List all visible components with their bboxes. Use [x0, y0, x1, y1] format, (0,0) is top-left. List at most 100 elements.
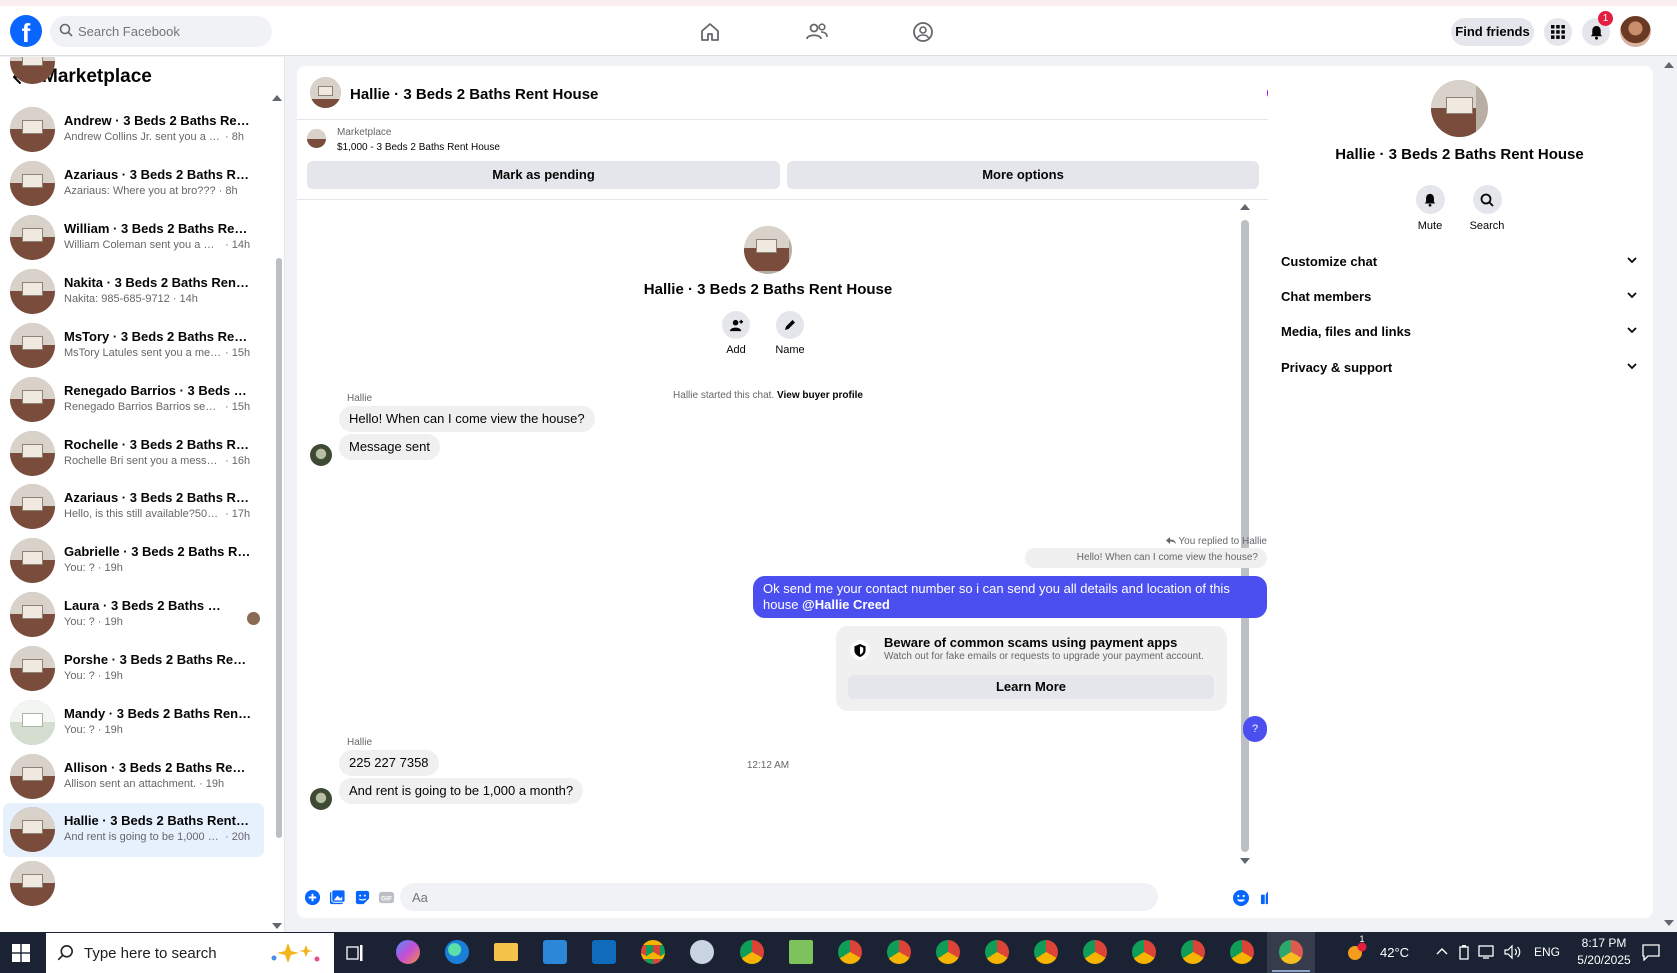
language-indicator[interactable]: ENG [1534, 945, 1560, 959]
chrome-icon[interactable] [1132, 940, 1156, 964]
incoming-message[interactable]: And rent is going to be 1,000 a month? [339, 778, 584, 804]
chrome-icon[interactable] [887, 940, 911, 964]
edge-icon[interactable] [445, 940, 469, 964]
photo-icon[interactable] [329, 889, 346, 906]
list-item[interactable]: MsTory · 3 Beds 2 Baths Rent House MsTor… [3, 319, 264, 373]
list-item[interactable]: Azariaus · 3 Beds 2 Baths Rent House Hel… [3, 480, 264, 534]
speaker-icon[interactable] [1504, 944, 1522, 960]
quoted-message[interactable]: Hello! When can I come view the house? [1025, 548, 1267, 568]
info-panel-avatar[interactable] [1431, 80, 1488, 137]
mute-button[interactable]: Mute [1400, 185, 1460, 232]
gif-icon[interactable]: GIF [378, 889, 395, 906]
taskbar-search[interactable]: Type here to search [46, 933, 334, 973]
emoji-icon[interactable] [1232, 889, 1250, 907]
search-conversation-button[interactable]: Search [1457, 185, 1517, 232]
page-scroll-up[interactable] [1664, 62, 1674, 68]
chat-scroll-up[interactable] [1240, 204, 1250, 210]
list-item[interactable]: Gabrielle · 3 Beds 2 Baths Rent House Yo… [3, 534, 264, 588]
sidebar-scroll-up[interactable] [272, 95, 282, 101]
list-item-active[interactable]: Hallie · 3 Beds 2 Baths Rent House And r… [3, 803, 264, 857]
list-item[interactable]: William · 3 Beds 2 Baths Rent House Will… [3, 211, 264, 265]
sidebar-scrollbar[interactable] [276, 258, 282, 838]
network-icon[interactable] [1478, 944, 1496, 960]
list-item[interactable] [3, 57, 264, 89]
clock-time[interactable]: 8:17 PM [1574, 936, 1634, 950]
chrome-icon[interactable] [1181, 940, 1205, 964]
sender-avatar[interactable] [310, 788, 332, 810]
friends-icon[interactable] [804, 19, 830, 45]
media-files-links-row[interactable]: Media, files and links [1281, 324, 1641, 339]
page-scroll-down[interactable] [1664, 920, 1674, 926]
store-icon[interactable] [543, 940, 567, 964]
outlook-icon[interactable] [592, 940, 616, 964]
incoming-message[interactable]: 225 227 7358 [339, 750, 439, 776]
view-buyer-profile-link[interactable]: View buyer profile [777, 390, 863, 401]
facebook-search-input[interactable] [76, 16, 266, 47]
list-item[interactable]: Porshe · 3 Beds 2 Baths Rent House You: … [3, 642, 264, 696]
list-item-title: Porshe · 3 Beds 2 Baths Rent House [64, 652, 252, 667]
profile-avatar[interactable] [1620, 16, 1651, 47]
clock-date[interactable]: 5/20/2025 [1568, 953, 1640, 967]
task-view-icon[interactable] [346, 944, 364, 962]
listing-price[interactable]: $1,000 - 3 Beds 2 Baths Rent House [337, 142, 500, 153]
sidebar-scroll-down[interactable] [272, 923, 282, 929]
customize-chat-row[interactable]: Customize chat [1281, 254, 1641, 269]
list-item[interactable]: Allison · 3 Beds 2 Baths Rent House Alli… [3, 750, 264, 804]
list-item[interactable]: Renegado Barrios · 3 Beds 2 Baths Rent H… [3, 373, 264, 427]
incoming-message[interactable]: Message sent [339, 434, 440, 460]
add-people-button[interactable]: Add [706, 311, 766, 356]
chat-scroll-down[interactable] [1240, 858, 1250, 864]
home-icon[interactable] [697, 19, 723, 45]
list-item[interactable] [3, 857, 264, 911]
chrome-icon[interactable] [1230, 940, 1254, 964]
chat-title[interactable]: Hallie · 3 Beds 2 Baths Rent House [350, 86, 598, 103]
list-item[interactable]: Nakita · 3 Beds 2 Baths Rent House Nakit… [3, 265, 264, 319]
outgoing-message[interactable]: Ok send me your contact number so i can … [753, 576, 1267, 618]
name-chat-button[interactable]: Name [760, 311, 820, 356]
mention[interactable]: @Hallie Creed [802, 597, 890, 612]
list-item-time: · 14h [225, 239, 251, 251]
chrome-icon[interactable] [1083, 940, 1107, 964]
windows-start-icon[interactable] [12, 944, 30, 962]
plus-circle-icon[interactable] [304, 889, 321, 906]
outgoing-message[interactable]: ? [1243, 716, 1267, 742]
list-item[interactable]: Azariaus · 3 Beds 2 Baths Rent House Aza… [3, 157, 264, 211]
copilot-icon[interactable] [396, 940, 420, 964]
chrome-icon[interactable] [838, 940, 862, 964]
chevron-up-icon[interactable] [1436, 947, 1448, 955]
facebook-search[interactable] [50, 16, 272, 47]
list-item[interactable]: Andrew · 3 Beds 2 Baths Rent House Andre… [3, 103, 264, 157]
spreadsheet-icon[interactable] [789, 940, 813, 964]
chat-members-row[interactable]: Chat members [1281, 289, 1641, 304]
sticker-icon[interactable] [354, 889, 371, 906]
battery-icon[interactable] [1458, 944, 1470, 960]
weather-icon[interactable] [1346, 942, 1368, 962]
file-explorer-icon[interactable] [494, 943, 518, 961]
find-friends-button[interactable]: Find friends [1451, 18, 1534, 46]
list-item[interactable]: Rochelle · 3 Beds 2 Baths Rent House Roc… [3, 427, 264, 481]
learn-more-button[interactable]: Learn More [848, 675, 1214, 699]
list-item[interactable]: Mandy · 3 Beds 2 Baths Rent House You: ?… [3, 696, 264, 750]
message-input[interactable] [400, 883, 1158, 911]
groups-icon[interactable] [910, 19, 936, 45]
menu-button[interactable] [1544, 18, 1572, 46]
chrome-icon[interactable] [985, 940, 1009, 964]
chrome-profile-icon[interactable] [740, 940, 764, 964]
list-item[interactable]: Laura · 3 Beds 2 Baths Rent House You: ?… [3, 588, 264, 642]
weather-temp[interactable]: 42°C [1380, 945, 1409, 960]
listing-thumbnail [10, 107, 55, 152]
chrome-icon[interactable] [936, 940, 960, 964]
notification-center-icon[interactable] [1642, 944, 1660, 961]
chat-header-avatar[interactable] [310, 77, 341, 108]
app-icon[interactable] [690, 940, 714, 964]
chrome-icon[interactable] [641, 940, 665, 964]
more-options-button[interactable]: More options [787, 161, 1259, 189]
list-item-preview: Azariaus: Where you at bro??? [64, 185, 216, 197]
facebook-logo[interactable]: f [10, 15, 42, 47]
incoming-message[interactable]: Hello! When can I come view the house? [339, 406, 595, 432]
mark-as-pending-button[interactable]: Mark as pending [307, 161, 780, 189]
chrome-icon[interactable] [1034, 940, 1058, 964]
message-input-box[interactable] [400, 883, 1158, 911]
privacy-support-row[interactable]: Privacy & support [1281, 360, 1641, 375]
sender-avatar[interactable] [310, 444, 332, 466]
